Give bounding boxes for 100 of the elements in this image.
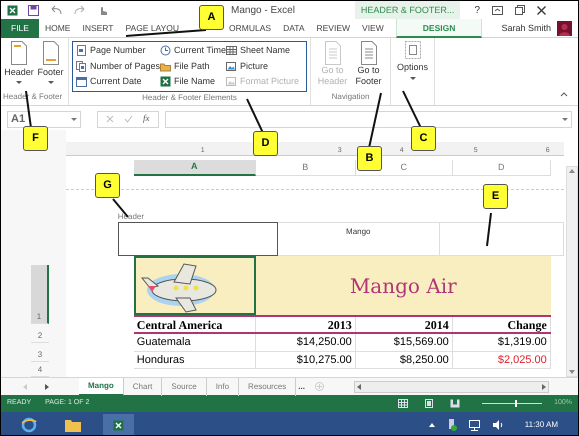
- column-header[interactable]: B: [256, 160, 356, 176]
- caret-icon: [48, 80, 54, 84]
- row-number[interactable]: 1: [31, 265, 49, 324]
- vertical-scrollbar[interactable]: [566, 166, 578, 377]
- taskbar-button[interactable]: [103, 414, 134, 435]
- clock[interactable]: 11:30 AM: [524, 419, 558, 431]
- table-cell: $2,025.00: [452, 352, 551, 368]
- element-button[interactable]: File Path: [160, 60, 226, 73]
- header-footer-button[interactable]: Header: [5, 41, 33, 91]
- document-icon: [40, 41, 60, 65]
- callout-label: D: [253, 131, 278, 156]
- element-button[interactable]: Picture: [226, 60, 304, 73]
- ribbon-tab[interactable]: HOME: [38, 19, 76, 38]
- ribbon-tab[interactable]: DESIGN: [396, 19, 482, 38]
- header-section[interactable]: [118, 222, 278, 256]
- element-button[interactable]: File Name: [160, 75, 226, 88]
- table-cell: $8,250.00: [356, 352, 453, 368]
- ribbon-tab[interactable]: VIEW: [356, 19, 390, 38]
- network-icon[interactable]: [468, 420, 481, 430]
- table-header-cell: 2013: [256, 317, 356, 332]
- save-icon[interactable]: [28, 4, 39, 16]
- sheet-title: Mango Air: [350, 272, 457, 300]
- column-header[interactable]: A: [134, 160, 256, 176]
- horizontal-scrollbar[interactable]: [354, 380, 549, 392]
- callout-label: E: [483, 184, 508, 209]
- page-icon: [76, 45, 87, 56]
- table-cell: $1,319.00: [452, 334, 551, 351]
- browser-icon[interactable]: [21, 417, 37, 433]
- document-icon: [9, 41, 29, 65]
- ribbon-display-icon[interactable]: [492, 6, 503, 14]
- sheet-tab[interactable]: Mango: [79, 378, 124, 396]
- table-header-cell: Central America: [134, 317, 256, 332]
- collapse-icon[interactable]: [560, 92, 568, 97]
- table-header-cell: Change: [452, 317, 551, 332]
- help-button[interactable]: ?: [474, 2, 480, 18]
- header-text: Mango: [346, 226, 371, 238]
- clock-icon: [160, 45, 171, 56]
- more-sheets-button[interactable]: ...: [298, 380, 305, 392]
- ribbon-tab[interactable]: FILE: [1, 19, 39, 38]
- caret-icon: [410, 76, 416, 80]
- speaker-icon[interactable]: [492, 420, 505, 430]
- close-icon[interactable]: [537, 6, 546, 14]
- document-icon: [358, 41, 378, 65]
- ribbon-tab[interactable]: PAGE LAYOU: [119, 19, 186, 38]
- ribbon-tab[interactable]: INSERT: [76, 19, 120, 38]
- group-label: Header & Footer Elements: [141, 92, 238, 104]
- window-title: Mango - Excel: [231, 4, 295, 18]
- table-cell: Guatemala: [134, 334, 256, 351]
- leader-line: [402, 90, 422, 128]
- ribbon-tab[interactable]: ORMULAS: [223, 19, 278, 38]
- caret-icon: [71, 118, 77, 120]
- caret-icon: [16, 80, 22, 84]
- redo-icon[interactable]: [73, 5, 87, 15]
- spreadsheet-icon: [113, 420, 124, 430]
- scroll-right-icon[interactable]: [542, 384, 546, 390]
- column-header[interactable]: D: [452, 160, 551, 176]
- header-footer-button[interactable]: Footer: [37, 41, 64, 91]
- folder-icon[interactable]: [65, 418, 81, 432]
- table-cell: $15,569.00: [356, 334, 453, 351]
- grid-icon: [226, 45, 237, 56]
- zoom-thumb[interactable]: [515, 400, 518, 407]
- element-button[interactable]: Number of Pages: [76, 60, 160, 73]
- ribbon-tab[interactable]: REVIEW: [310, 19, 356, 38]
- row-number[interactable]: 2: [31, 324, 49, 343]
- callout-label: B: [357, 146, 382, 171]
- element-button[interactable]: Page Number: [76, 44, 160, 58]
- next-sheet-icon[interactable]: [45, 384, 49, 390]
- check-icon[interactable]: [124, 115, 133, 123]
- document-icon: [404, 41, 420, 59]
- ribbon-tab[interactable]: DATA: [277, 19, 310, 38]
- pages-icon: [76, 60, 87, 72]
- table-header-cell: 2014: [356, 317, 453, 332]
- document-icon: [322, 41, 342, 65]
- element-button[interactable]: Current Date: [76, 75, 160, 88]
- page-break-icon[interactable]: [450, 399, 460, 408]
- row-number[interactable]: 3: [31, 343, 49, 362]
- scroll-down-icon[interactable]: [569, 370, 576, 374]
- caret-icon: [562, 118, 568, 120]
- user-name[interactable]: Sarah Smith: [501, 19, 551, 37]
- navigation-button[interactable]: Go to Footer: [352, 41, 384, 91]
- normal-view-icon[interactable]: [398, 399, 408, 408]
- scroll-up-icon[interactable]: [569, 169, 576, 173]
- formula-field[interactable]: [164, 110, 572, 128]
- table-cell: Honduras: [134, 352, 256, 368]
- callout-label: C: [411, 126, 436, 151]
- page-layout-icon[interactable]: [424, 399, 434, 408]
- options-button[interactable]: Options: [396, 41, 428, 80]
- leader-line: [368, 92, 382, 148]
- element-button[interactable]: Current Time: [160, 44, 226, 58]
- picture-icon: [226, 60, 237, 72]
- show-hidden-icon[interactable]: [428, 423, 435, 427]
- insert-function-button[interactable]: fx: [143, 112, 150, 126]
- undo-icon[interactable]: [49, 5, 63, 15]
- scroll-left-icon[interactable]: [356, 384, 361, 390]
- element-button[interactable]: Sheet Name: [226, 44, 304, 58]
- calendar-icon: [76, 76, 87, 88]
- spreadsheet-icon: [160, 76, 171, 88]
- leader-line: [246, 98, 264, 134]
- restore-icon[interactable]: [515, 5, 525, 15]
- folder-icon: [160, 60, 171, 72]
